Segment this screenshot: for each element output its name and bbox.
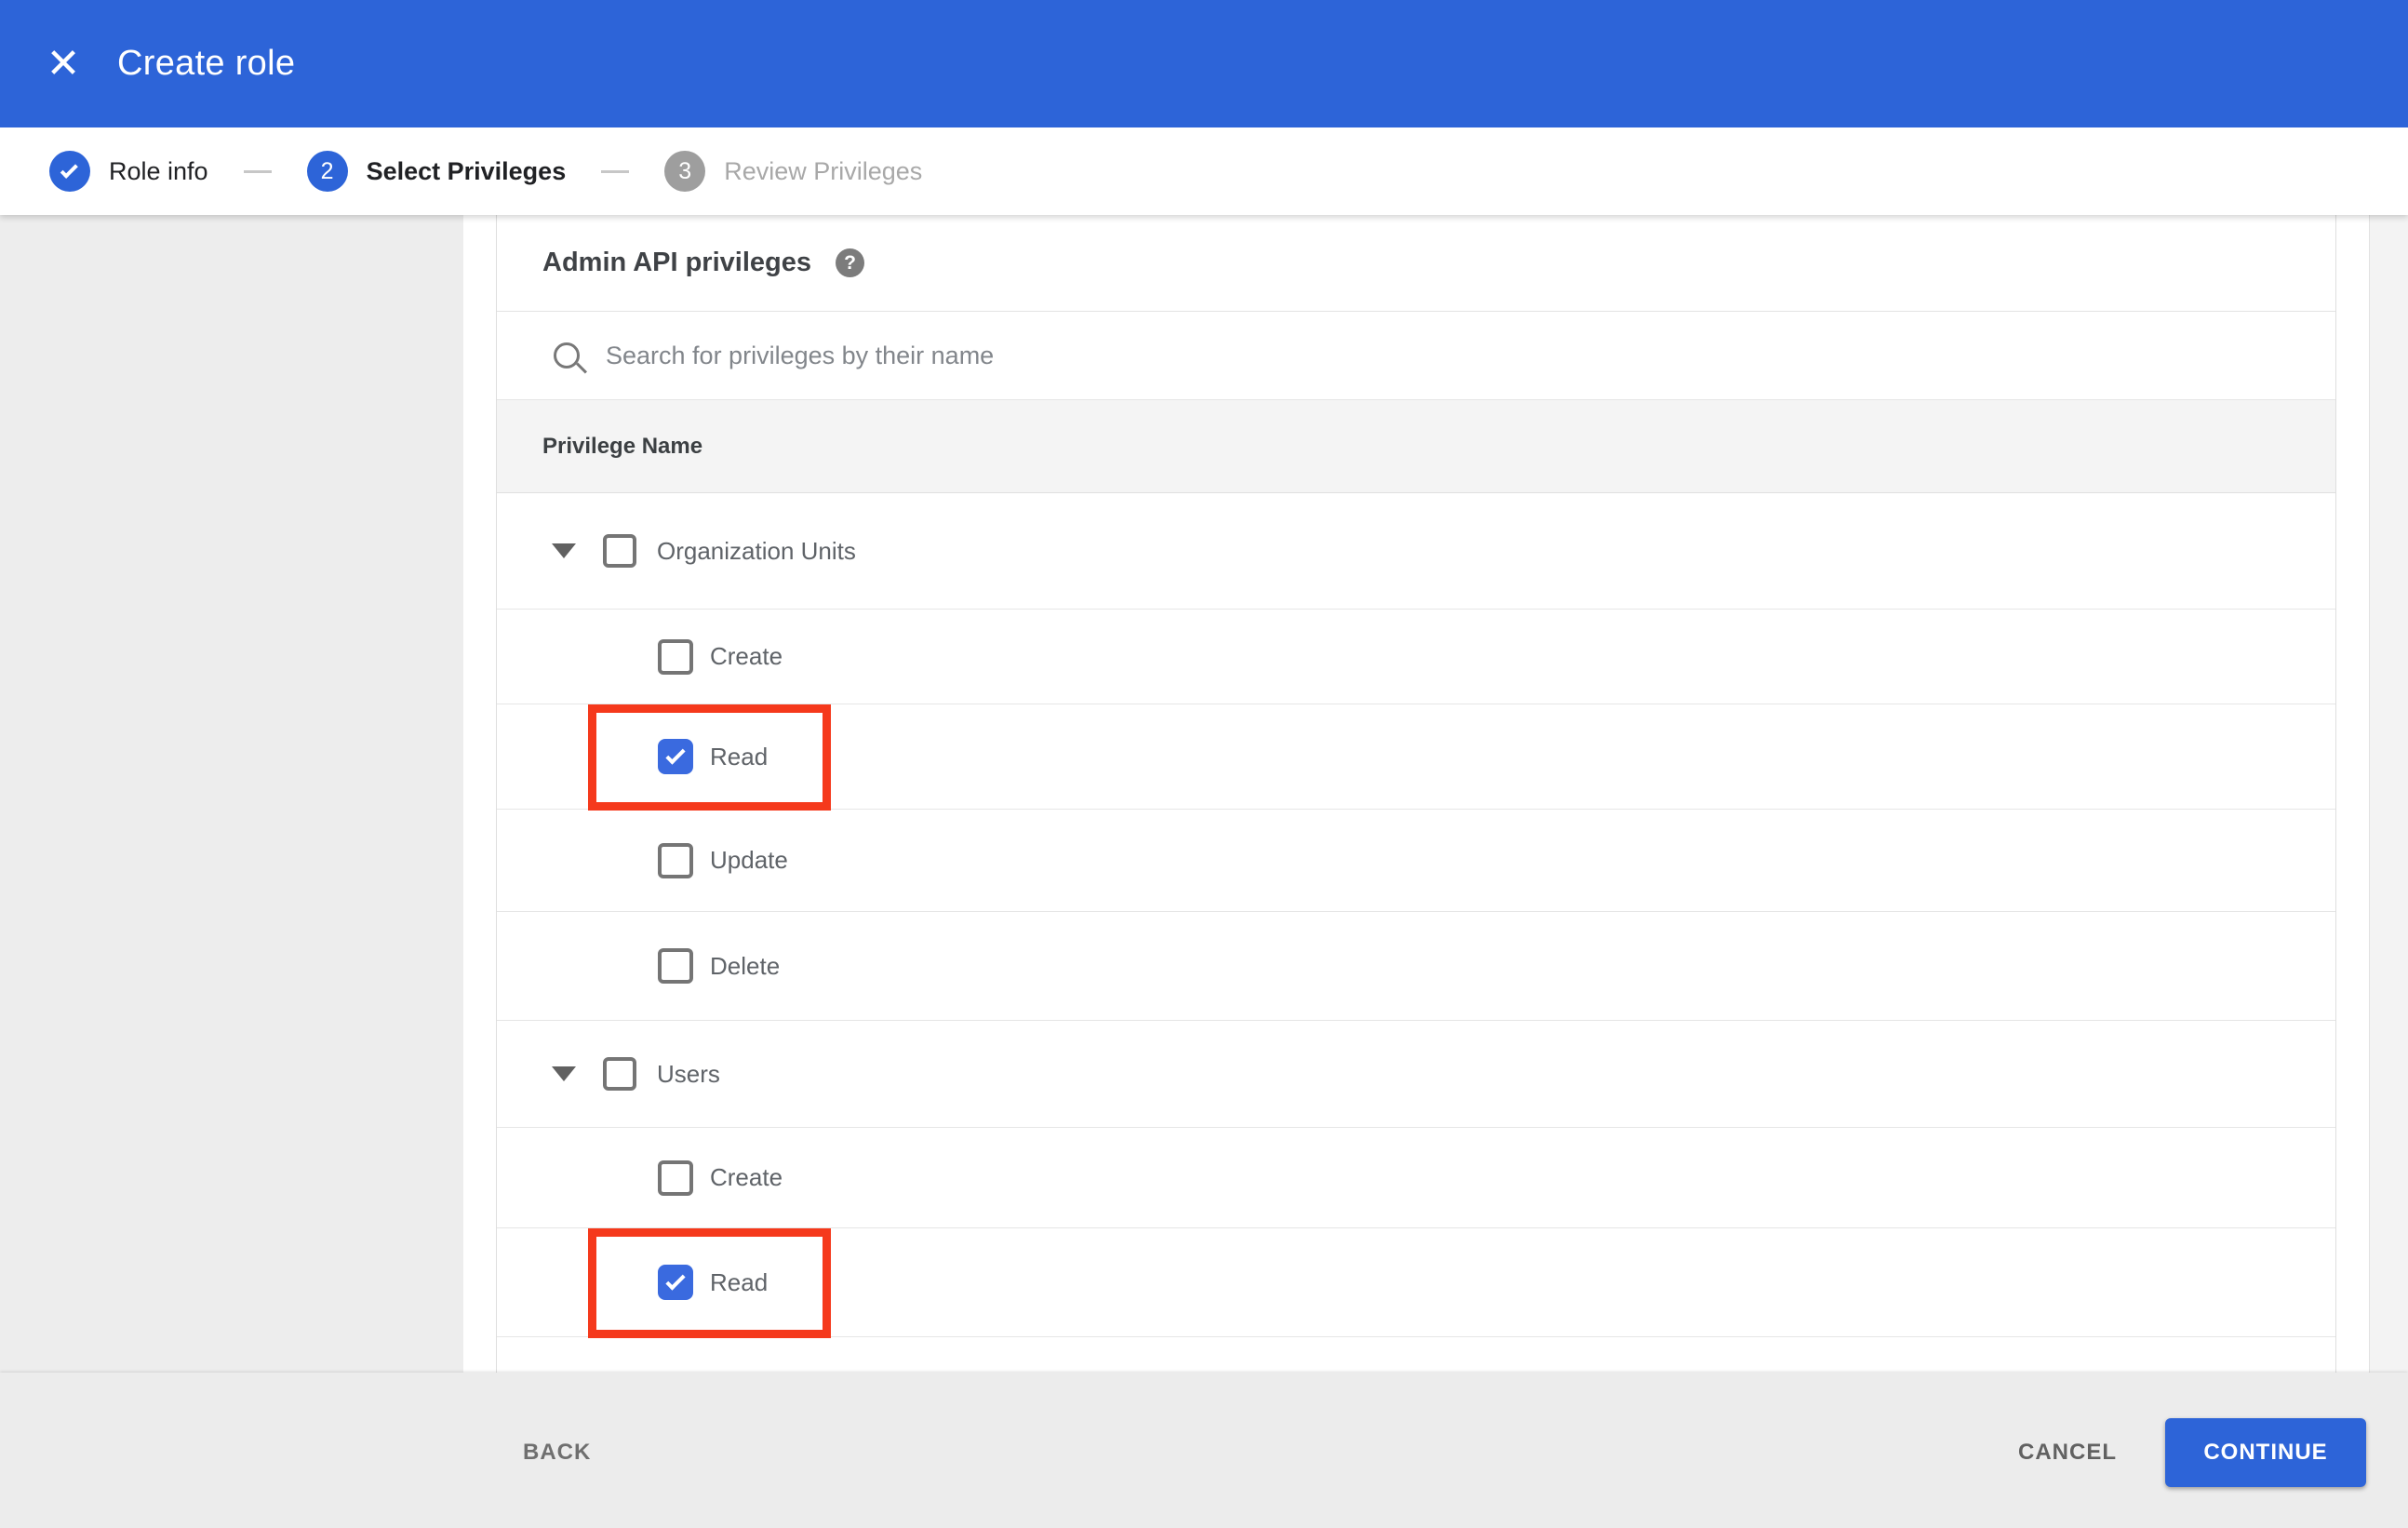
privileges-panel: Admin API privileges ? Privilege Name Or…	[496, 215, 2336, 1373]
collapse-arrow-icon[interactable]	[552, 1066, 576, 1081]
dialog-title: Create role	[117, 44, 296, 83]
search-input[interactable]	[606, 341, 2001, 370]
step-divider	[601, 169, 630, 173]
step3-label: Review Privileges	[724, 156, 923, 185]
step-select-privileges[interactable]: 2 Select Privileges	[306, 151, 567, 192]
dialog-header: ✕ Create role	[0, 0, 2408, 127]
privilege-row-users-read: Read	[497, 1228, 2335, 1338]
privilege-row-organization-units: Organization Units	[497, 493, 2335, 610]
create-checkbox[interactable]	[658, 638, 693, 675]
privilege-row-read: Read	[497, 704, 2335, 811]
privilege-label: Create	[710, 642, 783, 670]
back-button[interactable]: BACK	[523, 1418, 591, 1487]
cancel-button[interactable]: CANCEL	[2018, 1418, 2117, 1487]
help-icon[interactable]: ?	[836, 248, 864, 277]
privilege-row-users-create: Create	[497, 1128, 2335, 1228]
privilege-label: Update	[710, 846, 788, 874]
clipped-row	[497, 1337, 2335, 1373]
privilege-row-users: Users	[497, 1021, 2335, 1128]
privilege-row-update: Update	[497, 810, 2335, 912]
step1-label: Role info	[109, 156, 208, 185]
privilege-row-delete: Delete	[497, 912, 2335, 1021]
privilege-label: Create	[710, 1163, 783, 1191]
stepper: Role info 2 Select Privileges 3 Review P…	[0, 127, 2408, 215]
users-checkbox[interactable]	[603, 1057, 636, 1091]
privilege-label: Delete	[710, 951, 781, 980]
users-read-checkbox-checked[interactable]	[658, 1265, 693, 1300]
users-create-checkbox[interactable]	[658, 1159, 693, 1196]
privilege-label: Organization Units	[657, 536, 856, 565]
left-background	[0, 215, 463, 1373]
step-divider	[243, 169, 272, 173]
column-header-privilege-name: Privilege Name	[497, 400, 2335, 493]
step2-indicator: 2	[306, 151, 348, 192]
read-checkbox-checked[interactable]	[658, 739, 693, 774]
privilege-label: Read	[710, 1267, 769, 1296]
step1-completed-icon	[49, 151, 90, 192]
continue-button[interactable]: CONTINUE	[2165, 1418, 2366, 1487]
footer-bar: BACK CANCEL CONTINUE	[0, 1373, 2408, 1528]
panel-title-row: Admin API privileges ?	[497, 215, 2335, 312]
step-role-info[interactable]: Role info	[49, 151, 208, 192]
update-checkbox[interactable]	[658, 842, 693, 878]
step2-label: Select Privileges	[366, 156, 567, 185]
search-row	[497, 312, 2335, 400]
close-icon[interactable]: ✕	[41, 43, 86, 85]
collapse-arrow-icon[interactable]	[552, 543, 576, 558]
step3-indicator: 3	[664, 151, 706, 192]
delete-checkbox[interactable]	[658, 948, 693, 984]
privilege-label: Users	[657, 1059, 720, 1088]
scrollbar[interactable]	[2369, 215, 2408, 1373]
privilege-row-create: Create	[497, 610, 2335, 704]
panel-title: Admin API privileges	[542, 248, 811, 277]
step-review-privileges[interactable]: 3 Review Privileges	[664, 151, 922, 192]
search-icon	[554, 342, 580, 369]
organization-units-checkbox[interactable]	[603, 534, 636, 568]
privilege-label: Read	[710, 742, 769, 771]
create-role-dialog: ✕ Create role Role info 2 Select Privile…	[0, 0, 2408, 1528]
